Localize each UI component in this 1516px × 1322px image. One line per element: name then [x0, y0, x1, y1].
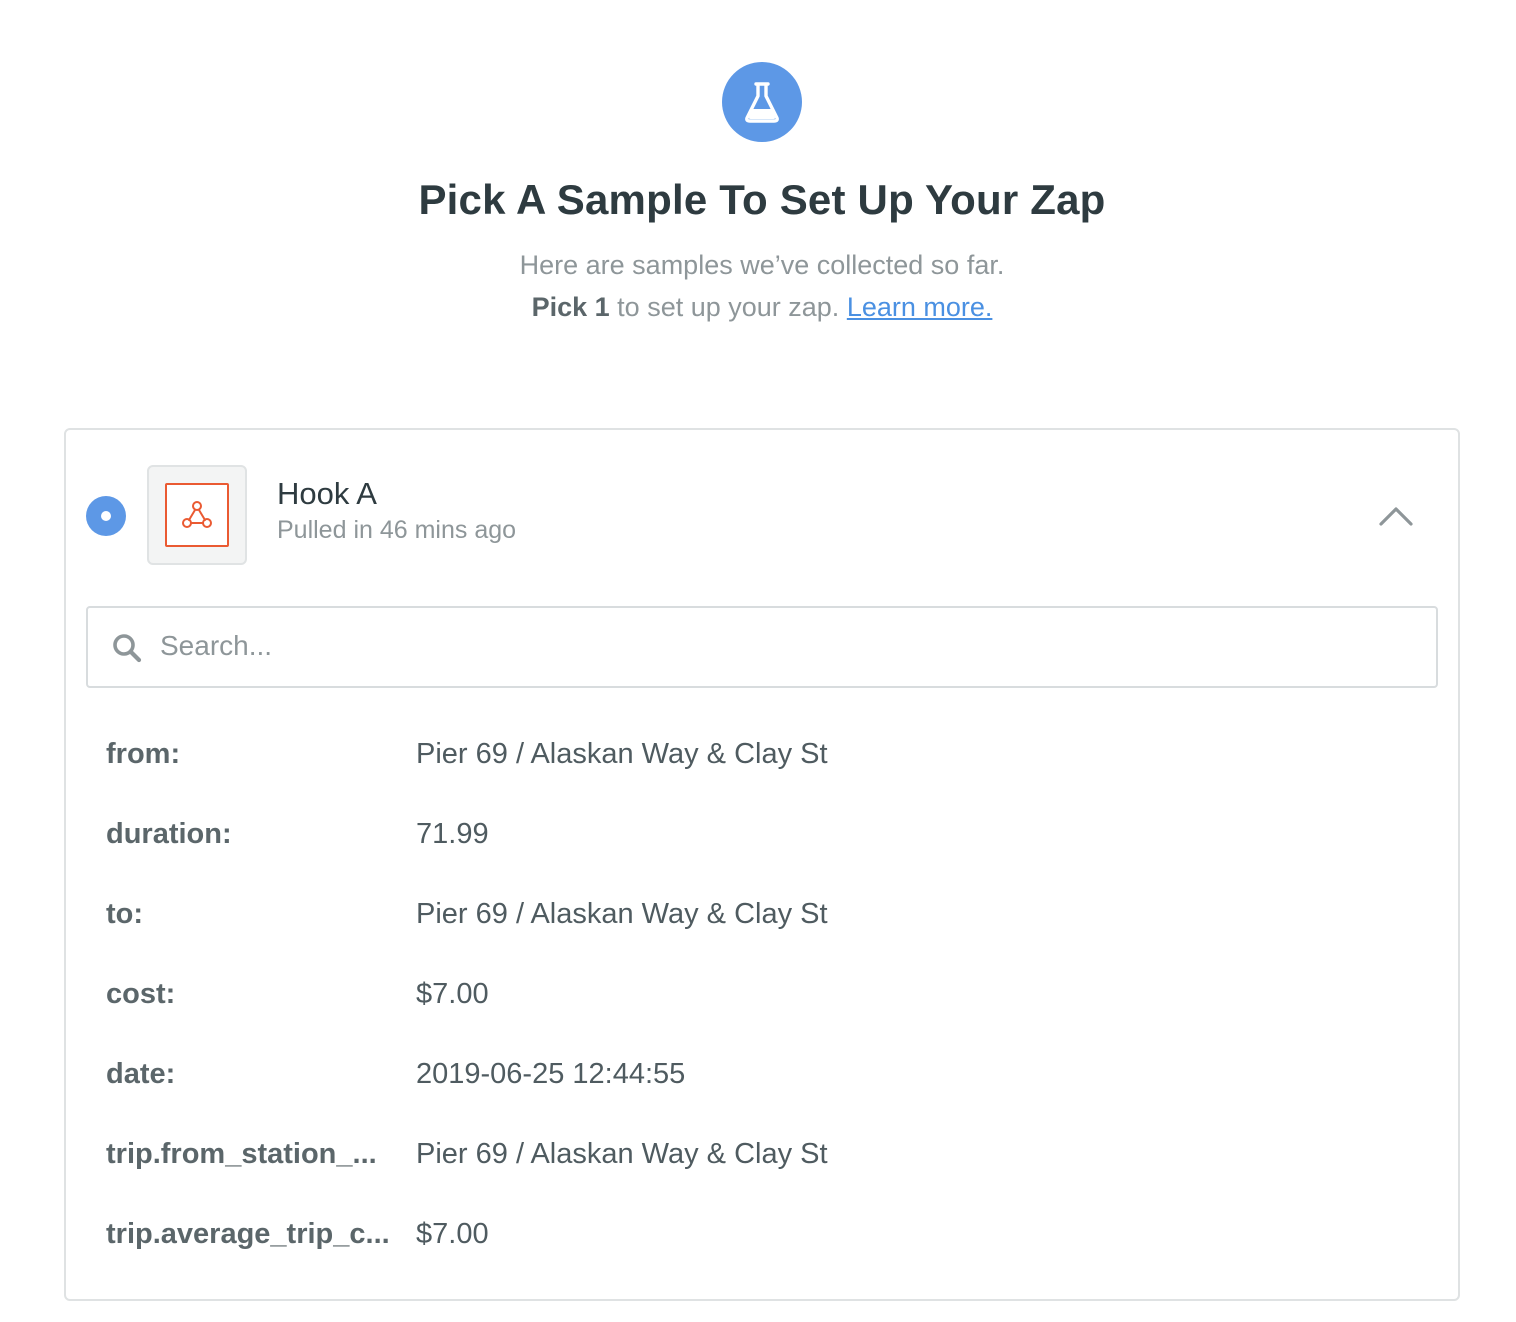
sample-fields: from: Pier 69 / Alaskan Way & Clay St du…	[106, 722, 1426, 1282]
field-row: to: Pier 69 / Alaskan Way & Clay St	[106, 882, 1426, 962]
radio-selected-dot	[101, 511, 111, 521]
field-value: Pier 69 / Alaskan Way & Clay St	[416, 738, 828, 770]
sample-pulled-time: Pulled in 46 mins ago	[277, 516, 517, 544]
field-value: $7.00	[416, 978, 489, 1010]
field-value: Pier 69 / Alaskan Way & Clay St	[416, 898, 828, 930]
field-key: duration:	[106, 818, 232, 850]
field-value: $7.00	[416, 1218, 489, 1250]
collapse-button[interactable]	[1372, 498, 1420, 534]
page-title: Pick A Sample To Set Up Your Zap	[418, 176, 1106, 223]
field-key: date:	[106, 1058, 176, 1090]
search-field[interactable]	[86, 606, 1438, 688]
subtitle-instructions: Pick 1 to set up your zap. Learn more.	[0, 292, 1516, 323]
page: Pick A Sample To Set Up Your Zap Here ar…	[0, 0, 1516, 1322]
field-key: from:	[106, 738, 181, 770]
field-row: trip.average_trip_c... $7.00	[106, 1202, 1426, 1282]
field-key: to:	[106, 898, 144, 930]
pick-count-text: Pick 1	[531, 292, 610, 322]
chevron-up-icon	[1379, 507, 1413, 526]
field-value: 71.99	[416, 818, 489, 850]
sample-card: Hook A Pulled in 46 mins ago from: Pier …	[64, 428, 1460, 1301]
app-icon-tile	[147, 465, 247, 565]
flask-icon	[722, 62, 802, 142]
field-key: cost:	[106, 978, 176, 1010]
search-input[interactable]	[160, 610, 1420, 682]
search-icon	[113, 634, 142, 663]
webhook-icon	[165, 483, 229, 547]
subtitle-rest: to set up your zap.	[609, 292, 847, 322]
field-key: trip.average_trip_c...	[106, 1218, 390, 1250]
field-key: trip.from_station_...	[106, 1138, 377, 1170]
field-value: 2019-06-25 12:44:55	[416, 1058, 686, 1090]
sample-title: Hook A	[277, 476, 377, 511]
learn-more-link[interactable]: Learn more.	[847, 292, 993, 322]
field-row: from: Pier 69 / Alaskan Way & Clay St	[106, 722, 1426, 802]
field-value: Pier 69 / Alaskan Way & Clay St	[416, 1138, 828, 1170]
subtitle-line: Here are samples we’ve collected so far.	[519, 250, 1005, 280]
field-row: date: 2019-06-25 12:44:55	[106, 1042, 1426, 1122]
sample-radio[interactable]	[86, 496, 126, 536]
field-row: trip.from_station_... Pier 69 / Alaskan …	[106, 1122, 1426, 1202]
field-row: cost: $7.00	[106, 962, 1426, 1042]
field-row: duration: 71.99	[106, 802, 1426, 882]
